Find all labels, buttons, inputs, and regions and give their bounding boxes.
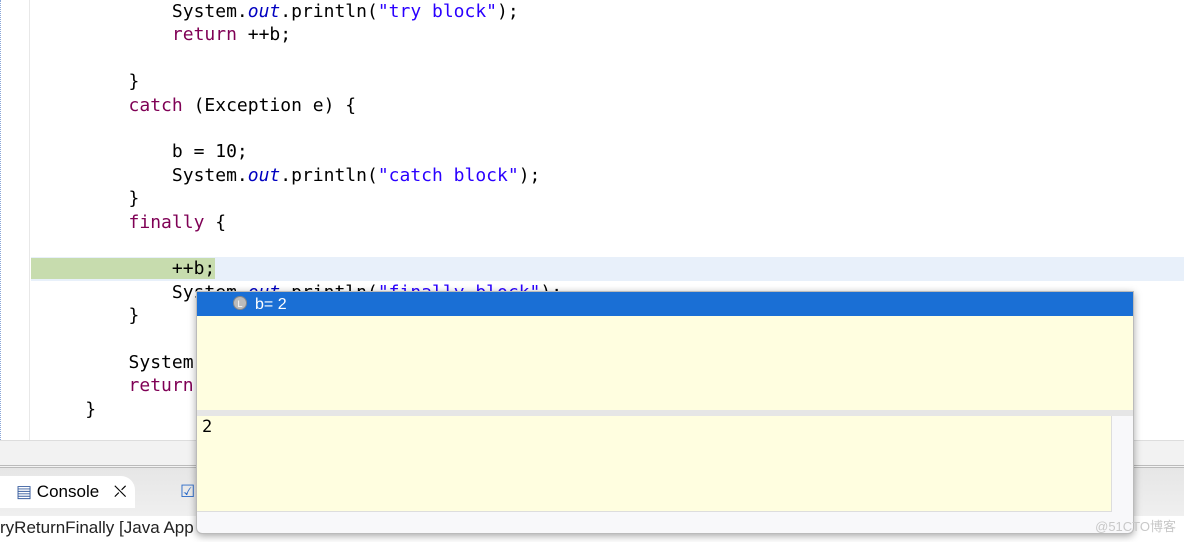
- code-line[interactable]: return ++b;: [31, 23, 291, 46]
- tasks-icon: ☑: [180, 482, 196, 501]
- code-token: {: [204, 211, 227, 233]
- code-token: "catch block": [377, 164, 519, 186]
- close-icon[interactable]: ⛌: [114, 482, 127, 501]
- editor-gutter: [0, 0, 30, 440]
- code-token: System.: [171, 164, 248, 186]
- code-line[interactable]: }: [31, 70, 140, 93]
- console-icon: ▤: [16, 482, 33, 501]
- code-token: System.: [128, 352, 205, 373]
- code-token: ++b;: [236, 24, 292, 46]
- code-token: return: [171, 24, 237, 46]
- variable-value: b= 2: [255, 296, 287, 313]
- code-token: );: [497, 1, 519, 22]
- code-token: out: [247, 164, 281, 186]
- code-token: out: [247, 1, 281, 22]
- variable-row[interactable]: L b= 2: [197, 292, 1133, 316]
- code-line[interactable]: }: [31, 187, 140, 210]
- code-line[interactable]: }: [31, 304, 140, 327]
- code-token: }: [128, 71, 140, 93]
- variable-tree: L b= 2: [197, 292, 1133, 410]
- code-token: }: [128, 305, 140, 327]
- tab-console[interactable]: ▤ Console ⛌: [0, 476, 135, 508]
- indent: [31, 258, 172, 280]
- code-token: .println(: [280, 1, 378, 22]
- console-tab-label: Console: [36, 482, 100, 501]
- code-token: }: [128, 188, 140, 210]
- code-line[interactable]: System.out.println("catch block");: [31, 164, 541, 187]
- watermark: @51CTO博客: [1095, 519, 1176, 534]
- code-token: "try block": [377, 1, 498, 22]
- code-line[interactable]: finally {: [31, 211, 227, 234]
- local-variable-icon: L: [233, 296, 247, 310]
- code-token: (Exception e) {: [182, 94, 357, 116]
- code-token: return: [128, 375, 194, 397]
- code-line[interactable]: b = 10;: [31, 140, 248, 163]
- code-token: );: [518, 164, 541, 186]
- code-line[interactable]: ++b;: [31, 257, 1184, 281]
- code-token: System.: [171, 1, 248, 22]
- code-token: }: [85, 398, 97, 420]
- variable-hover-popup: L b= 2 2: [196, 291, 1134, 534]
- code-token: b = 10;: [171, 141, 248, 163]
- code-line[interactable]: catch (Exception e) {: [31, 94, 357, 117]
- code-token: catch: [128, 94, 183, 116]
- code-line[interactable]: System.out.println("try block");: [31, 0, 519, 23]
- code-token: .println(: [280, 164, 378, 186]
- code-token: finally: [128, 211, 205, 233]
- variable-detail: 2: [197, 416, 1112, 512]
- code-token: ++b;: [171, 258, 216, 280]
- code-line[interactable]: }: [31, 398, 96, 421]
